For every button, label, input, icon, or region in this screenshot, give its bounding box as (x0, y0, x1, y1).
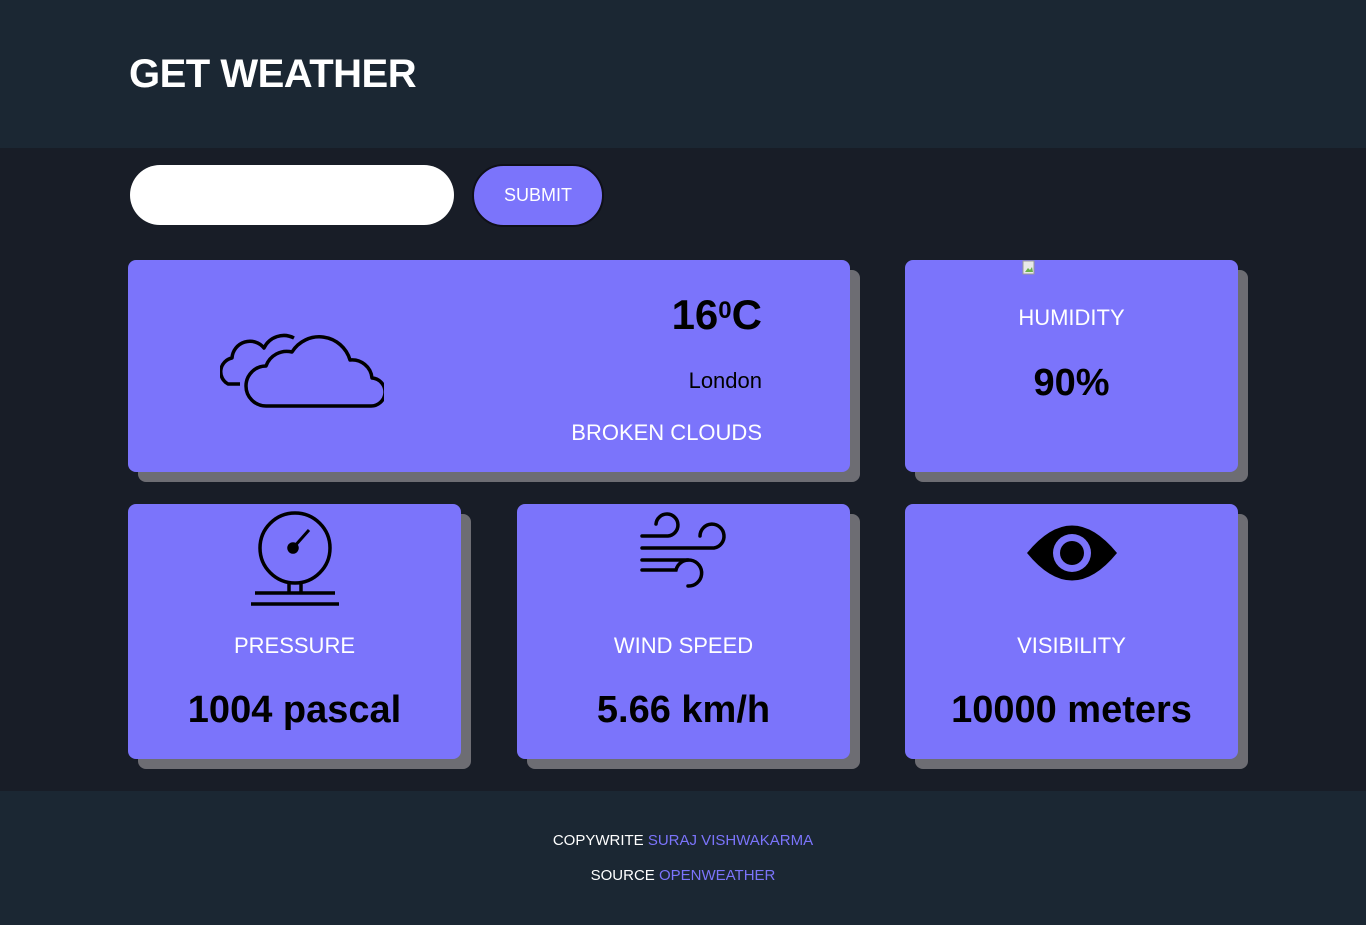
source-link[interactable]: OPENWEATHER (659, 867, 775, 884)
page-header: GET WEATHER (0, 0, 1366, 148)
visibility-value: 10000 meters (951, 689, 1192, 731)
page-title: GET WEATHER (129, 52, 417, 96)
copyright-line: COPYWRITE SURAJ VISHWAKARMA (0, 832, 1366, 849)
visibility-label: VISIBILITY (1017, 633, 1126, 658)
gauge-icon (250, 511, 339, 606)
copyright-prefix: COPYWRITE (552, 832, 644, 849)
submit-button[interactable]: SUBMIT (472, 164, 604, 227)
pressure-card: PRESSURE 1004 pascal (128, 504, 461, 759)
wind-speed-value: 5.66 km/h (596, 689, 771, 731)
cloud-icon (220, 333, 384, 408)
broken-image-icon (1022, 260, 1035, 275)
humidity-value: 90% (1033, 362, 1110, 404)
wind-speed-card: WIND SPEED 5.66 km/h (517, 504, 850, 759)
wind-speed-label: WIND SPEED (613, 633, 754, 658)
current-weather-card: 160C London BROKEN CLOUDS (128, 260, 850, 472)
pressure-value: 1004 pascal (187, 689, 402, 731)
source-prefix: SOURCE (590, 867, 655, 884)
eye-icon (1026, 525, 1117, 581)
source-line: SOURCE OPENWEATHER (0, 867, 1366, 884)
temperature-value: 160C (671, 291, 762, 338)
weather-condition: BROKEN CLOUDS (571, 420, 762, 445)
humidity-label: HUMIDITY (1018, 305, 1125, 330)
wind-icon (639, 512, 726, 588)
humidity-card: HUMIDITY 90% (905, 260, 1238, 472)
city-search-input[interactable] (130, 165, 454, 225)
pressure-label: PRESSURE (233, 633, 356, 658)
page-footer: COPYWRITE SURAJ VISHWAKARMA SOURCE OPENW… (0, 791, 1366, 925)
visibility-card: VISIBILITY 10000 meters (905, 504, 1238, 759)
author-link[interactable]: SURAJ VISHWAKARMA (648, 832, 813, 849)
city-name: London (688, 368, 762, 393)
